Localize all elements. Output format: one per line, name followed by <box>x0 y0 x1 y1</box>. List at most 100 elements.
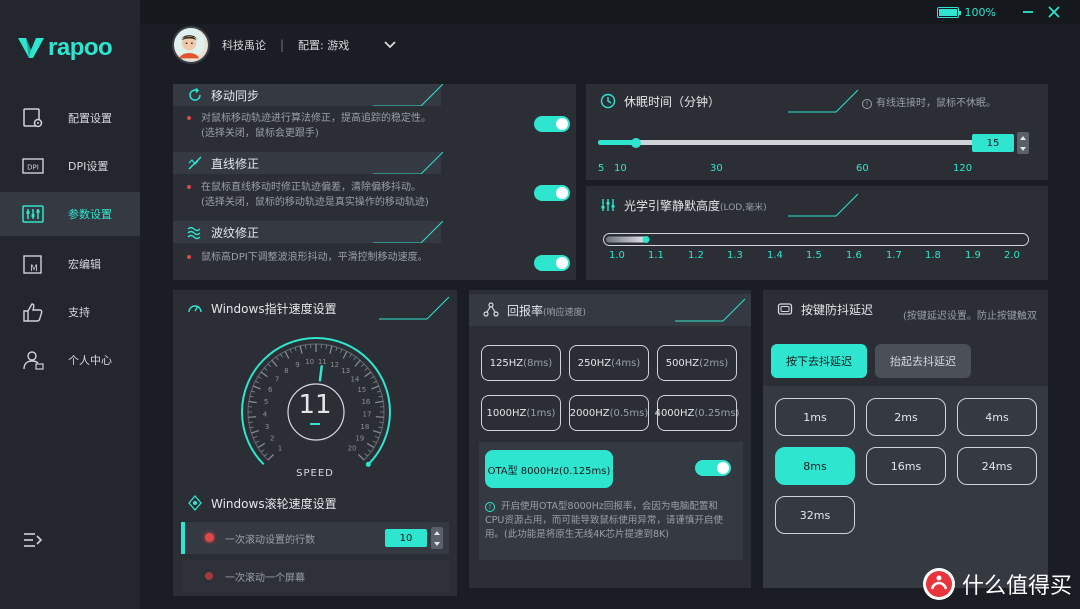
debounce-1ms-button[interactable]: 1ms <box>775 398 855 436</box>
rate-4000hz-button[interactable]: 4000HZ (0.25ms) <box>655 395 739 431</box>
title-bar: 100% <box>140 0 1080 24</box>
radio-selected-icon[interactable] <box>205 533 214 542</box>
dial-number: 20 <box>348 445 357 453</box>
collapse-menu-icon[interactable] <box>22 530 44 550</box>
dial-tick <box>299 345 303 354</box>
header-accent <box>373 152 443 174</box>
debounce-32ms-button[interactable]: 32ms <box>775 496 855 534</box>
dial-tick <box>364 453 368 457</box>
dial-number: 17 <box>362 411 371 419</box>
debounce-2ms-button[interactable]: 2ms <box>866 398 946 436</box>
motion-sync-toggle[interactable] <box>534 116 570 132</box>
sleep-hint-text: 有线连接时，鼠标不休眠。 <box>876 98 996 109</box>
username: 科技禹论 <box>222 39 266 52</box>
dial-number: 16 <box>361 398 370 406</box>
pointer-speed-header: Windows指针速度设置 <box>173 294 457 322</box>
lod-slider[interactable] <box>603 233 1029 246</box>
svg-text:M: M <box>30 264 38 274</box>
macro-icon: M <box>23 255 42 274</box>
dial-number: 19 <box>355 435 364 443</box>
sleep-tick-5: 5 <box>598 163 605 174</box>
dial-tick <box>378 426 383 429</box>
polling-rate-title-text: 回报率 <box>507 303 544 318</box>
dial-number: 4 <box>263 411 268 419</box>
debounce-16ms-button[interactable]: 16ms <box>866 447 946 485</box>
scroll-option-screen-label: 一次滚动一个屏幕 <box>225 573 305 584</box>
dial-tick <box>342 351 348 359</box>
sidebar-item-config[interactable]: 配置设置 <box>0 96 140 140</box>
dial-number: 5 <box>264 398 268 406</box>
ripple-toggle[interactable] <box>534 255 570 271</box>
profile-bar: 科技禹论 | 配置: 游戏 <box>172 26 397 64</box>
scroll-lines-stepper[interactable] <box>431 527 443 549</box>
debounce-24ms-button[interactable]: 24ms <box>957 447 1037 485</box>
dial-tick <box>271 359 278 367</box>
angle-snap-title: 直线修正 <box>211 156 260 171</box>
dial-tick <box>294 347 297 352</box>
sidebar: rapoo 配置设置 DPI DPI设置 参数设置 M 宏编辑 支持 个人中心 <box>0 0 140 609</box>
scroll-option-lines[interactable]: 一次滚动设置的行数 10 <box>181 522 449 554</box>
lod-tick: 1.1 <box>648 250 664 261</box>
sleep-tick-60: 60 <box>856 163 869 174</box>
polling-rate-title: 回报率(响应速度) <box>507 302 586 319</box>
debounce-4ms-button[interactable]: 4ms <box>957 398 1037 436</box>
dial-tick <box>284 351 290 359</box>
sleep-tick-120: 120 <box>953 163 973 174</box>
minimize-icon[interactable] <box>1020 4 1036 20</box>
dial-tick <box>372 380 377 384</box>
chevron-down-icon[interactable] <box>383 38 397 52</box>
dial-tick <box>325 344 327 349</box>
rate-2000hz-button[interactable]: 2000HZ (0.5ms) <box>569 395 649 431</box>
arrow-up-icon[interactable] <box>434 530 440 535</box>
scroll-option-screen[interactable]: 一次滚动一个屏幕 <box>181 560 449 592</box>
radio-unselected-icon[interactable] <box>205 572 213 580</box>
header-accent <box>373 84 443 106</box>
arrow-down-icon[interactable] <box>434 541 440 546</box>
dial-tick <box>248 416 257 418</box>
arrow-up-icon[interactable] <box>1020 135 1026 140</box>
correction-panel: 移动同步 对鼠标移动轨迹进行算法修正，提高追踪的稳定性。 (选择关闭，鼠标会更跟… <box>173 84 576 280</box>
press-debounce-tab[interactable]: 按下去抖延迟 <box>771 344 867 378</box>
close-icon[interactable] <box>1046 4 1062 20</box>
rate-hz: 2000HZ <box>569 407 610 419</box>
dial-number: 10 <box>305 358 314 366</box>
release-debounce-tab[interactable]: 抬起去抖延迟 <box>875 344 971 378</box>
scroll-lines-field[interactable]: 10 <box>385 529 427 547</box>
sidebar-item-params[interactable]: 参数设置 <box>0 192 140 236</box>
dial-number: 3 <box>265 423 269 431</box>
rate-hz: 1000HZ <box>486 407 527 419</box>
rate-250hz-button[interactable]: 250HZ (4ms) <box>569 345 649 381</box>
user-icon <box>23 351 44 370</box>
debounce-8ms-button[interactable]: 8ms <box>775 447 855 485</box>
dial-tick <box>366 442 375 449</box>
rate-1000hz-button[interactable]: 1000HZ (1ms) <box>481 395 561 431</box>
sidebar-item-macro[interactable]: M 宏编辑 <box>0 242 140 286</box>
scroll-option-lines-label: 一次滚动设置的行数 <box>225 535 315 546</box>
ripple-desc: 鼠标高DPI下调整波浪形抖动，平滑控制移动速度。 <box>187 250 428 265</box>
arrow-down-icon[interactable] <box>1020 146 1026 151</box>
dial-tick <box>280 353 283 358</box>
sidebar-item-support[interactable]: 支持 <box>0 290 140 334</box>
lod-tick: 1.8 <box>925 250 941 261</box>
sidebar-item-dpi[interactable]: DPI DPI设置 <box>0 144 140 188</box>
debounce-values: 1ms 2ms 4ms 8ms 16ms 24ms 32ms <box>763 386 1048 588</box>
header-accent <box>373 221 443 243</box>
ota-8000hz-button[interactable]: OTA型 8000Hz(0.125ms) <box>485 450 613 488</box>
rate-125hz-button[interactable]: 125HZ (8ms) <box>481 345 561 381</box>
sleep-stepper[interactable] <box>1017 132 1029 154</box>
sidebar-item-profile[interactable]: 个人中心 <box>0 338 140 382</box>
sleep-slider[interactable] <box>598 138 974 148</box>
lod-tick: 1.0 <box>609 250 625 261</box>
dial-tick <box>361 363 365 367</box>
dial-tick <box>374 436 379 439</box>
dial-tick <box>249 426 254 429</box>
ota-toggle[interactable] <box>695 460 731 476</box>
lod-tick: 1.2 <box>688 250 704 261</box>
angle-snap-toggle[interactable] <box>534 185 570 201</box>
sidebar-item-label: 参数设置 <box>68 208 112 221</box>
sleep-value-field[interactable]: 15 <box>972 134 1014 152</box>
avatar[interactable] <box>172 26 210 64</box>
pointer-speed-panel: Windows指针速度设置 1 2 3 4 5 6 7 8 9 10 11 12 13 14 15 16 17 1… <box>173 290 457 596</box>
rate-500hz-button[interactable]: 500HZ (2ms) <box>657 345 737 381</box>
lod-title: 光学引擎静默高度(LOD,毫米) <box>624 197 767 214</box>
